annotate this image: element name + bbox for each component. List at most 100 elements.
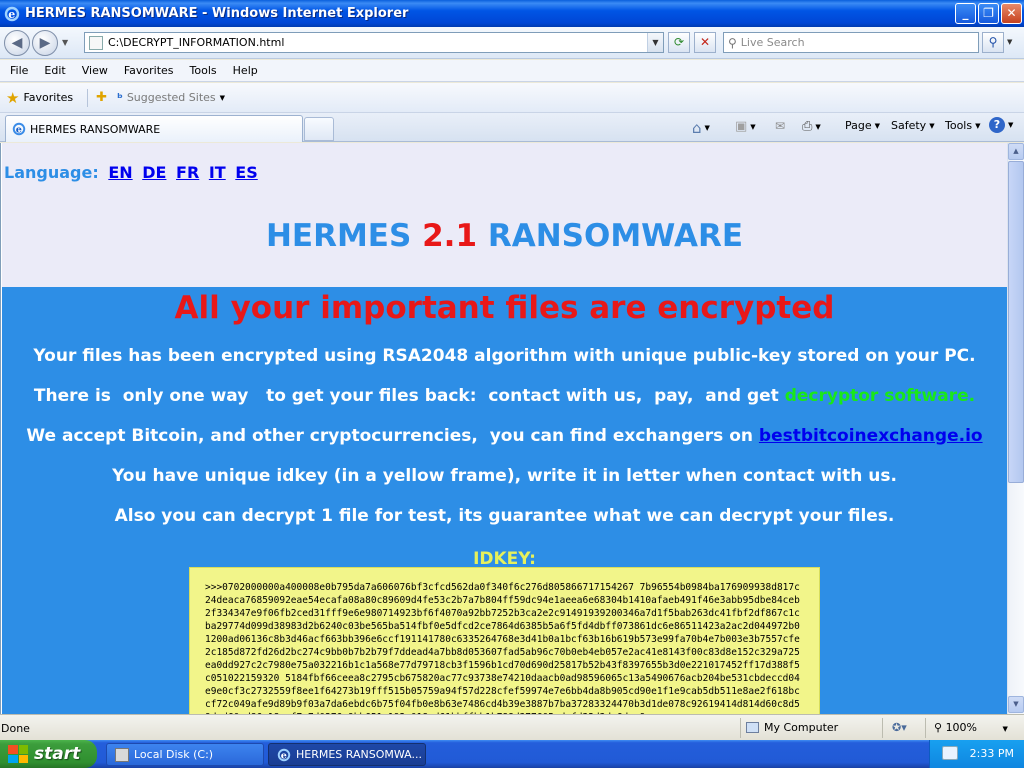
tab-hermes[interactable]: e HERMES RANSOMWARE [5, 115, 303, 142]
divider [87, 88, 89, 107]
taskbar-item-hermes[interactable]: e HERMES RANSOMWA... [268, 743, 426, 766]
language-link-en[interactable]: EN [108, 163, 132, 182]
tab-title: HERMES RANSOMWARE [30, 122, 161, 136]
address-dropdown-icon[interactable]: ▼ [647, 33, 663, 52]
favorites-button[interactable]: Favorites [23, 91, 73, 104]
network-icon[interactable] [942, 746, 958, 760]
help-icon[interactable]: ? ▼ [989, 117, 1013, 133]
language-selector: Language: EN DE FR IT ES [4, 163, 258, 182]
menu-favorites[interactable]: Favorites [116, 64, 182, 77]
message-line-3-text: We accept Bitcoin, and other cryptocurre… [26, 426, 759, 446]
favorites-star-icon[interactable]: ★ [6, 89, 19, 107]
home-icon[interactable]: ⌂ ▼ [692, 119, 710, 137]
ransom-page: Language: EN DE FR IT ES HERMES 2.1 RANS… [2, 143, 1007, 714]
print-icon[interactable]: ⎙ ▼ [802, 119, 821, 134]
message-line-5: Also you can decrypt 1 file for test, it… [114, 506, 895, 526]
scroll-thumb[interactable] [1008, 161, 1024, 483]
maximize-button[interactable]: ❐ [978, 3, 999, 24]
address-url[interactable]: C:\DECRYPT_INFORMATION.html [108, 36, 284, 49]
safety-menu-button[interactable]: Safety ▼ [891, 119, 935, 132]
menu-bar: File Edit View Favorites Tools Help [0, 60, 1024, 82]
message-line-2: There is only one way to get your files … [2, 386, 1007, 406]
message-line-2-text: There is only one way to get your files … [33, 386, 785, 406]
svg-text:e: e [16, 125, 22, 136]
security-zone[interactable]: My Computer [746, 721, 838, 734]
zoom-dropdown-icon[interactable]: ▼ [1003, 725, 1008, 733]
headline: All your important files are encrypted [174, 290, 835, 326]
windows-logo-icon [8, 745, 28, 763]
menu-view[interactable]: View [74, 64, 116, 77]
brand-title: HERMES 2.1 RANSOMWARE [2, 218, 1007, 254]
read-mail-icon[interactable]: ✉ [775, 119, 785, 133]
language-link-it[interactable]: IT [209, 163, 226, 182]
system-tray: 2:33 PM [929, 740, 1024, 768]
taskbar-item-local-disk[interactable]: Local Disk (C:) [106, 743, 264, 766]
address-bar-row: ◀ ▶ ▼ C:\DECRYPT_INFORMATION.html ▼ ⟳ ✕ … [0, 27, 1024, 59]
tab-bar: e HERMES RANSOMWARE ⌂ ▼ ▣ ▼ ✉ ⎙ ▼ Page ▼ Saf… [0, 113, 1024, 142]
protected-mode-icon[interactable]: ✪▾ [892, 721, 907, 734]
brand-version: 2.1 [422, 218, 478, 254]
stop-button[interactable]: ✕ [694, 32, 716, 53]
tools-menu-label: Tools [945, 119, 973, 132]
add-to-favorites-icon[interactable]: ✚ [96, 90, 107, 105]
close-button[interactable]: ✕ [1001, 3, 1022, 24]
menu-file[interactable]: File [2, 64, 36, 77]
brand-right: RANSOMWARE [487, 218, 744, 254]
back-button[interactable]: ◀ [4, 30, 30, 56]
brand-left: HERMES [265, 218, 412, 254]
forward-button[interactable]: ▶ [32, 30, 58, 56]
tools-menu-button[interactable]: Tools ▼ [945, 119, 981, 132]
page-icon [89, 35, 103, 50]
recent-pages-dropdown-icon[interactable]: ▼ [62, 38, 68, 47]
menu-edit[interactable]: Edit [36, 64, 73, 77]
message-line-1: Your files has been encrypted using RSA2… [33, 346, 976, 366]
scroll-down-button[interactable]: ▼ [1008, 696, 1024, 713]
svg-text:e: e [8, 8, 15, 21]
safety-menu-label: Safety [891, 119, 927, 132]
new-tab-button[interactable] [304, 117, 334, 141]
drive-icon [115, 747, 129, 762]
search-go-button[interactable]: ⚲ [982, 32, 1004, 53]
start-button[interactable]: start [0, 740, 97, 768]
scroll-up-button[interactable]: ▲ [1008, 143, 1024, 160]
feeds-icon[interactable]: ▣ ▼ [735, 119, 756, 134]
internet-explorer-icon: e [277, 748, 291, 761]
page-viewport[interactable]: Language: EN DE FR IT ES HERMES 2.1 RANS… [0, 143, 1024, 714]
taskbar-item-label: Local Disk (C:) [134, 748, 214, 761]
bing-icon: ᵇ [117, 90, 123, 105]
search-options-dropdown-icon[interactable]: ▼ [1007, 38, 1012, 46]
message-line-4: You have unique idkey (in a yellow frame… [112, 466, 897, 486]
internet-explorer-icon: e [12, 122, 26, 136]
language-link-fr[interactable]: FR [176, 163, 199, 182]
page-menu-button[interactable]: Page ▼ [845, 119, 880, 132]
status-bar: Done My Computer ✪▾ ⚲ 100% ▼ [0, 714, 1024, 740]
menu-help[interactable]: Help [225, 64, 266, 77]
search-placeholder: Live Search [740, 36, 805, 49]
search-field[interactable]: ⚲ Live Search [723, 32, 979, 53]
zone-label: My Computer [764, 721, 839, 734]
taskbar: start Local Disk (C:) e HERMES RANSOMWA.… [0, 740, 1024, 768]
page-menu-label: Page [845, 119, 872, 132]
vertical-scrollbar[interactable]: ▲ ▼ [1007, 143, 1024, 714]
language-link-es[interactable]: ES [235, 163, 257, 182]
window-title: HERMES RANSOMWARE - Windows Internet Exp… [25, 6, 409, 21]
suggested-sites-button[interactable]: Suggested Sites [127, 91, 216, 104]
page-header: Language: EN DE FR IT ES HERMES 2.1 RANS… [2, 143, 1007, 287]
window-title-bar[interactable]: e HERMES RANSOMWARE - Windows Internet E… [0, 0, 1024, 27]
clock[interactable]: 2:33 PM [970, 747, 1014, 760]
zoom-icon: ⚲ [934, 721, 943, 734]
divider [882, 718, 883, 738]
my-computer-icon [746, 722, 759, 733]
address-field[interactable]: C:\DECRYPT_INFORMATION.html ▼ [84, 32, 664, 53]
exchange-link[interactable]: bestbitcoinexchange.io [759, 426, 983, 446]
refresh-button[interactable]: ⟳ [668, 32, 690, 53]
search-icon: ⚲ [728, 35, 737, 50]
suggested-sites-dropdown-icon[interactable]: ▼ [220, 94, 225, 102]
idkey-value[interactable]: >>>0702000000a400008e0b795da7a606076bf3c… [205, 581, 805, 714]
minimize-button[interactable]: _ [955, 3, 976, 24]
zoom-level[interactable]: ⚲ 100% ▼ [934, 721, 1008, 734]
language-link-de[interactable]: DE [142, 163, 166, 182]
taskbar-item-label: HERMES RANSOMWA... [296, 748, 422, 761]
menu-tools[interactable]: Tools [182, 64, 225, 77]
message-line-3: We accept Bitcoin, and other cryptocurre… [2, 426, 1007, 446]
